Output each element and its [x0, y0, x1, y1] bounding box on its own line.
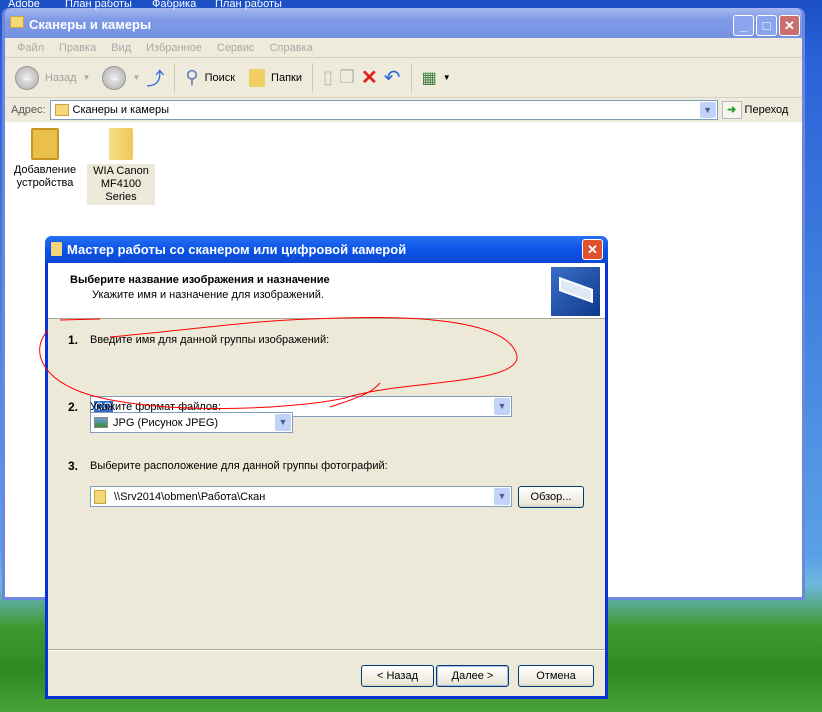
red-annotation-ellipse [39, 317, 518, 410]
taskbar: Adobe План работы Фабрика План работы [0, 0, 330, 12]
taskbar-item[interactable]: План работы [215, 0, 282, 10]
annotation-stroke [39, 317, 518, 410]
taskbar-item[interactable]: Фабрика [152, 0, 196, 10]
taskbar-item[interactable]: План работы [65, 0, 132, 10]
taskbar-item[interactable]: Adobe [8, 0, 40, 10]
